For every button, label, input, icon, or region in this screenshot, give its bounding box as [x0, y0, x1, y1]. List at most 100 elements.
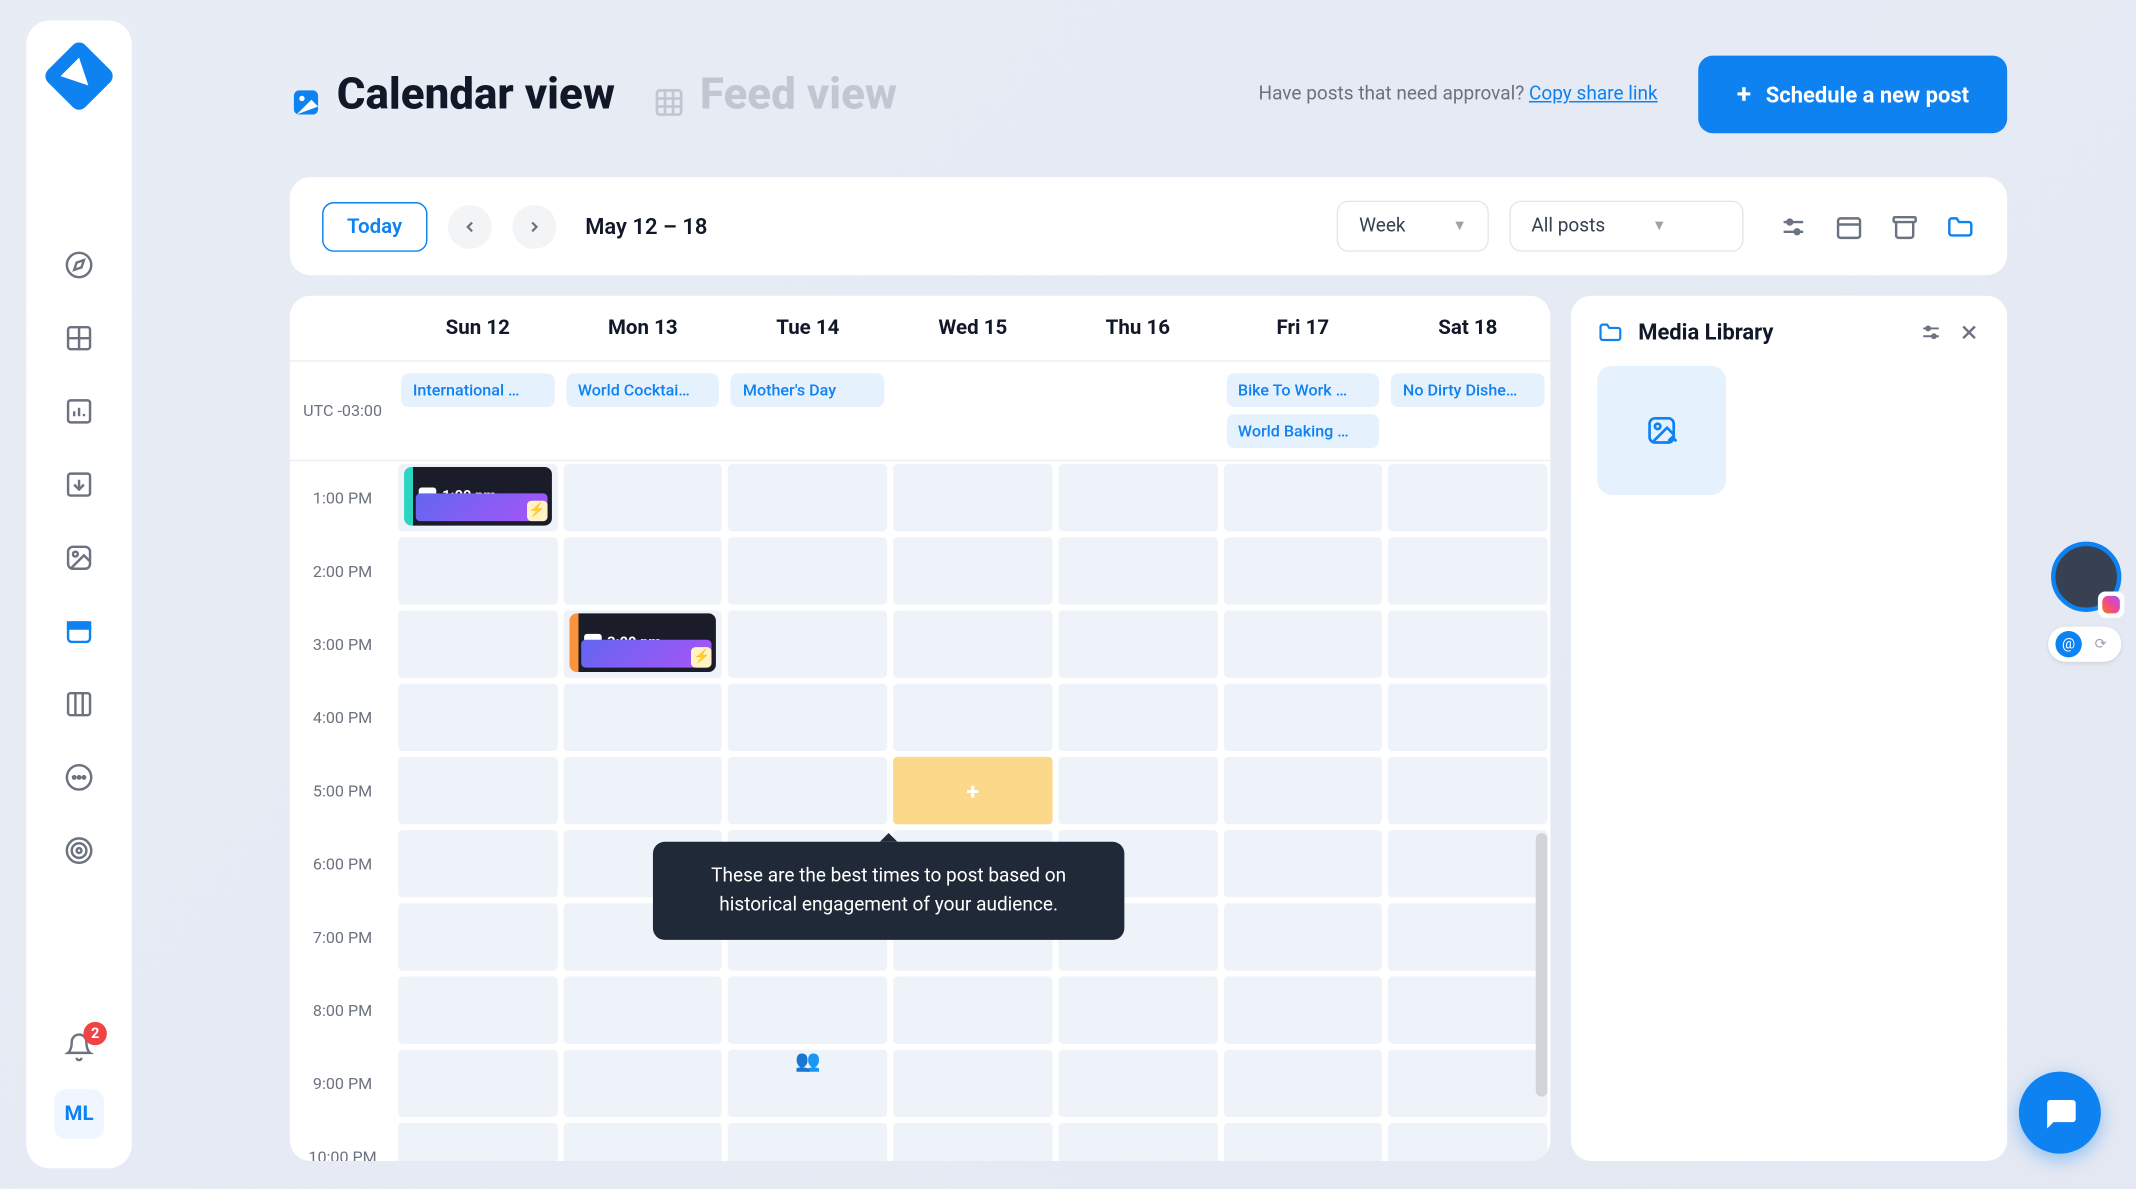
- scrollbar-thumb[interactable]: [1536, 833, 1548, 1097]
- time-slot[interactable]: [563, 1050, 722, 1117]
- compass-icon[interactable]: [63, 249, 95, 281]
- time-slot[interactable]: [1388, 976, 1547, 1043]
- time-slot[interactable]: [893, 684, 1052, 751]
- time-slot[interactable]: [398, 1123, 557, 1161]
- time-slot[interactable]: [1388, 684, 1547, 751]
- time-slot[interactable]: [1058, 684, 1217, 751]
- time-slot[interactable]: [1058, 976, 1217, 1043]
- time-slot[interactable]: [1388, 464, 1547, 531]
- allday-event[interactable]: World Baking …: [1226, 414, 1379, 448]
- chat-button[interactable]: [2019, 1072, 2101, 1154]
- time-slot[interactable]: [1058, 1050, 1217, 1117]
- time-slot[interactable]: [1058, 1123, 1217, 1161]
- posts-filter-select[interactable]: All posts ▼: [1509, 201, 1743, 252]
- time-slot[interactable]: [563, 684, 722, 751]
- time-slot[interactable]: [728, 976, 887, 1043]
- time-slot[interactable]: [1223, 610, 1382, 677]
- time-slot[interactable]: [1223, 1050, 1382, 1117]
- time-slot[interactable]: [398, 757, 557, 824]
- copy-share-link[interactable]: Copy share link: [1529, 83, 1658, 105]
- prev-week-button[interactable]: [448, 204, 492, 248]
- time-slot[interactable]: [1223, 830, 1382, 897]
- folder-icon[interactable]: [1946, 212, 1975, 241]
- time-slot[interactable]: [1223, 757, 1382, 824]
- target-icon[interactable]: [63, 834, 95, 866]
- sliders-icon[interactable]: [1919, 321, 1942, 344]
- time-slot[interactable]: [1058, 464, 1217, 531]
- scheduled-post[interactable]: 3:00 pm•••⚡: [569, 613, 716, 672]
- time-slot[interactable]: [398, 830, 557, 897]
- time-slot[interactable]: [1388, 1050, 1547, 1117]
- time-slot[interactable]: [398, 976, 557, 1043]
- close-icon[interactable]: [1957, 321, 1980, 344]
- time-slot[interactable]: [563, 976, 722, 1043]
- calendar-icon[interactable]: [63, 615, 95, 647]
- account-pills[interactable]: @ ⟳: [2048, 627, 2121, 662]
- allday-event[interactable]: No Dirty Dishe…: [1391, 373, 1544, 407]
- time-slot[interactable]: [728, 1123, 887, 1161]
- time-slot[interactable]: [1223, 684, 1382, 751]
- time-slot[interactable]: [1058, 757, 1217, 824]
- best-time-slot[interactable]: +: [893, 757, 1052, 824]
- view-range-select[interactable]: Week ▼: [1337, 201, 1489, 252]
- next-week-button[interactable]: [512, 204, 556, 248]
- time-slot[interactable]: [1388, 610, 1547, 677]
- message-icon[interactable]: [63, 761, 95, 793]
- time-slot[interactable]: [728, 537, 887, 604]
- time-slot[interactable]: [1223, 464, 1382, 531]
- sliders-icon[interactable]: [1779, 212, 1808, 241]
- time-slot[interactable]: [398, 684, 557, 751]
- time-slot[interactable]: [563, 537, 722, 604]
- upload-media-tile[interactable]: [1597, 366, 1726, 495]
- schedule-post-button[interactable]: + Schedule a new post: [1699, 56, 2007, 134]
- allday-event[interactable]: International …: [401, 373, 554, 407]
- time-slot[interactable]: 👥: [728, 1050, 887, 1117]
- app-logo[interactable]: [42, 39, 117, 114]
- time-slot[interactable]: [1388, 1123, 1547, 1161]
- analytics-icon[interactable]: [63, 395, 95, 427]
- scheduled-post[interactable]: 1:00 pm•••⚡: [404, 467, 551, 526]
- time-slot[interactable]: [398, 537, 557, 604]
- download-icon[interactable]: [63, 468, 95, 500]
- user-avatar[interactable]: ML: [54, 1089, 104, 1139]
- time-slot[interactable]: [1223, 903, 1382, 970]
- layout-icon[interactable]: [63, 322, 95, 354]
- tab-feed-view[interactable]: Feed view: [653, 69, 897, 120]
- time-slot[interactable]: [563, 757, 722, 824]
- image-icon[interactable]: [63, 542, 95, 574]
- columns-icon[interactable]: [63, 688, 95, 720]
- time-slot[interactable]: [1223, 1123, 1382, 1161]
- allday-event[interactable]: Bike To Work …: [1226, 373, 1379, 407]
- today-button[interactable]: Today: [322, 201, 427, 251]
- time-slot[interactable]: [728, 464, 887, 531]
- time-slot[interactable]: [728, 610, 887, 677]
- time-slot[interactable]: [398, 1050, 557, 1117]
- notifications-button[interactable]: 2: [63, 1031, 95, 1063]
- allday-event[interactable]: Mother's Day: [731, 373, 884, 407]
- time-slot[interactable]: [893, 1050, 1052, 1117]
- tab-calendar-view[interactable]: Calendar view: [290, 69, 615, 120]
- time-slot[interactable]: 1:00 pm•••⚡: [398, 464, 557, 531]
- archive-icon[interactable]: [1890, 212, 1919, 241]
- time-slot[interactable]: [398, 903, 557, 970]
- time-slot[interactable]: [1223, 537, 1382, 604]
- time-slot[interactable]: [728, 684, 887, 751]
- time-slot[interactable]: [1388, 830, 1547, 897]
- time-slot[interactable]: [893, 464, 1052, 531]
- time-slot[interactable]: [1058, 610, 1217, 677]
- time-slot[interactable]: [563, 464, 722, 531]
- time-slot[interactable]: [893, 976, 1052, 1043]
- time-slot[interactable]: [1223, 976, 1382, 1043]
- time-slot[interactable]: [893, 537, 1052, 604]
- time-slot[interactable]: [398, 610, 557, 677]
- time-slot[interactable]: [1058, 537, 1217, 604]
- time-slot[interactable]: [1388, 757, 1547, 824]
- allday-event[interactable]: World Cocktai…: [566, 373, 719, 407]
- time-slot[interactable]: [1388, 537, 1547, 604]
- time-slot[interactable]: [1388, 903, 1547, 970]
- time-slot[interactable]: [563, 1123, 722, 1161]
- calendar-small-icon[interactable]: [1834, 212, 1863, 241]
- time-slot[interactable]: [728, 757, 887, 824]
- time-slot[interactable]: [893, 1123, 1052, 1161]
- time-slot[interactable]: [893, 610, 1052, 677]
